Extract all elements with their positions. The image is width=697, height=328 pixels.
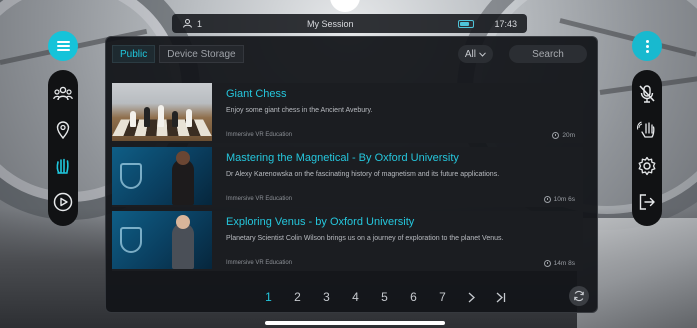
item-description: Enjoy some giant chess in the Ancient Av… — [226, 107, 373, 114]
content-browser-panel: Public Device Storage All Giant Chess En… — [105, 36, 598, 313]
item-title[interactable]: Mastering the Magnetical - By Oxford Uni… — [226, 152, 575, 165]
experience-list: Giant Chess Enjoy some giant chess in th… — [112, 83, 583, 275]
thumbnail-mastering-magnetical — [112, 147, 212, 205]
filter-dropdown[interactable]: All — [457, 45, 493, 63]
list-item[interactable]: Giant Chess Enjoy some giant chess in th… — [112, 83, 583, 143]
microphone-muted-icon — [639, 85, 655, 103]
page-5-button[interactable]: 5 — [370, 290, 399, 304]
status-bar: 1 My Session 17:43 — [172, 14, 527, 33]
chevron-right-icon — [468, 292, 475, 302]
options-menu-button[interactable] — [632, 31, 662, 61]
page-2-button[interactable]: 2 — [283, 290, 312, 304]
chevron-down-icon — [479, 51, 486, 57]
session-title: My Session — [306, 18, 354, 29]
item-author: Immersive VR Education — [226, 260, 293, 266]
hand-wave-icon — [56, 158, 69, 174]
battery-icon — [458, 19, 475, 28]
exit-button[interactable] — [635, 190, 659, 214]
users-icon — [182, 19, 193, 28]
user-count: 1 — [197, 18, 203, 29]
right-toolbar — [632, 70, 662, 226]
page-1-button[interactable]: 1 — [254, 290, 283, 304]
raise-hand-icon — [637, 121, 655, 138]
item-duration: 20m — [552, 132, 575, 139]
list-item[interactable]: Exploring Venus - by Oxford University P… — [112, 211, 583, 271]
search-input[interactable] — [509, 45, 587, 63]
raise-hand-button[interactable] — [635, 118, 659, 142]
filter-label: All — [464, 48, 476, 60]
users-icon — [53, 86, 73, 101]
hamburger-icon — [56, 39, 70, 53]
oxford-crest-icon — [120, 163, 142, 189]
clock-icon — [543, 196, 551, 203]
page-3-button[interactable]: 3 — [312, 290, 341, 304]
clock-icon — [543, 260, 551, 267]
clock-time: 17:43 — [494, 18, 517, 29]
page-4-button[interactable]: 4 — [341, 290, 370, 304]
refresh-icon — [574, 290, 584, 302]
location-button[interactable] — [51, 118, 75, 142]
skip-to-end-icon — [496, 292, 505, 302]
thumbnail-exploring-venus — [112, 211, 212, 269]
page-7-button[interactable]: 7 — [428, 290, 457, 304]
tab-public[interactable]: Public — [112, 45, 156, 63]
play-icon — [53, 192, 73, 212]
thumbnail-giant-chess — [112, 83, 212, 141]
item-author: Immersive VR Education — [226, 196, 293, 202]
item-title[interactable]: Giant Chess — [226, 88, 575, 101]
gesture-button[interactable] — [51, 154, 75, 178]
item-description: Planetary Scientist Colin Wilson brings … — [226, 235, 504, 242]
home-indicator — [265, 321, 445, 325]
clock-icon — [552, 132, 560, 139]
main-menu-button[interactable] — [48, 31, 78, 61]
item-title[interactable]: Exploring Venus - by Oxford University — [226, 216, 575, 229]
exit-icon — [639, 194, 655, 210]
list-item[interactable]: Mastering the Magnetical - By Oxford Uni… — [112, 147, 583, 207]
page-6-button[interactable]: 6 — [399, 290, 428, 304]
more-vertical-icon — [645, 38, 649, 55]
gear-icon — [638, 156, 656, 176]
mute-button[interactable] — [635, 82, 659, 106]
refresh-button[interactable] — [569, 286, 589, 306]
users-button[interactable] — [51, 82, 75, 106]
location-pin-icon — [56, 121, 70, 139]
left-toolbar — [48, 70, 78, 226]
item-author: Immersive VR Education — [226, 132, 293, 138]
last-page-button[interactable] — [486, 292, 515, 303]
oxford-crest-icon — [120, 227, 142, 253]
settings-button[interactable] — [635, 154, 659, 178]
item-duration: 10m 6s — [543, 196, 575, 203]
tab-device-storage[interactable]: Device Storage — [159, 45, 244, 63]
panel-header: Public Device Storage All — [112, 45, 587, 63]
item-description: Dr Alexy Karenowska on the fascinating h… — [226, 171, 500, 178]
pagination: 1 2 3 4 5 6 7 — [254, 290, 515, 304]
item-duration: 14m 8s — [543, 260, 575, 267]
next-page-button[interactable] — [457, 292, 486, 303]
play-button[interactable] — [51, 190, 75, 214]
